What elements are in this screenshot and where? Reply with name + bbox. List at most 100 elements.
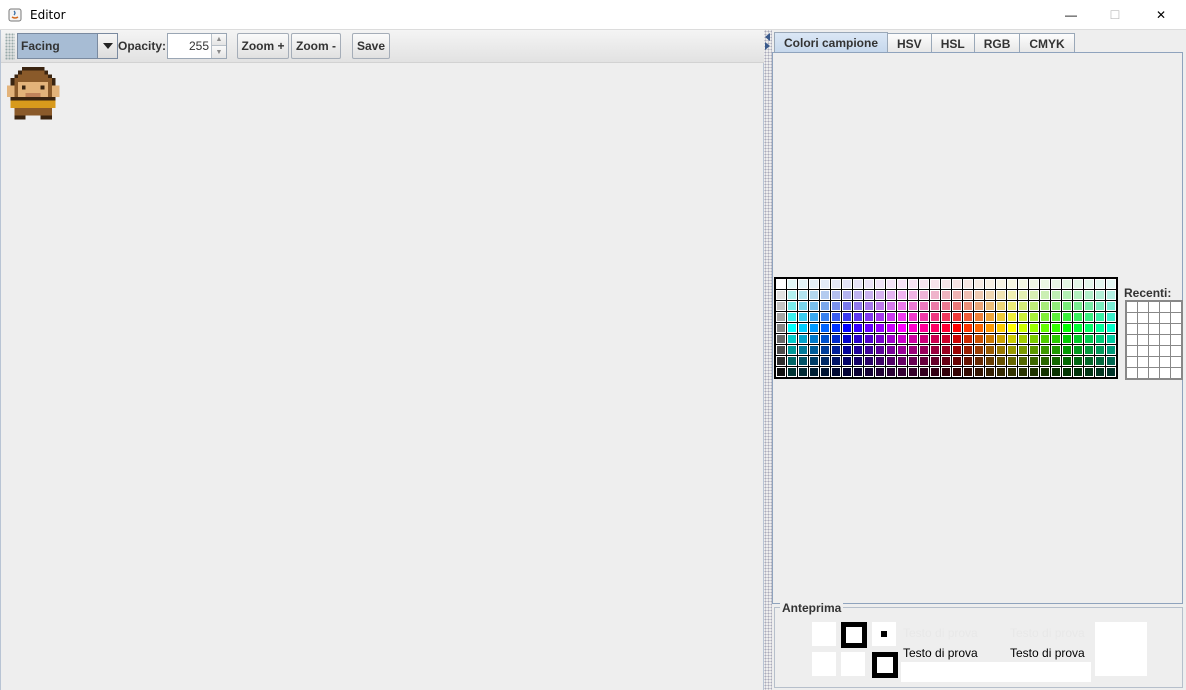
- color-swatch[interactable]: [908, 323, 918, 333]
- color-swatch[interactable]: [941, 279, 951, 289]
- color-swatch[interactable]: [941, 367, 951, 377]
- color-swatch[interactable]: [908, 356, 918, 366]
- color-swatch[interactable]: [820, 367, 830, 377]
- color-swatch[interactable]: [1007, 356, 1017, 366]
- color-swatch[interactable]: [842, 323, 852, 333]
- recent-color-swatch[interactable]: [1127, 346, 1137, 356]
- spinner-down-icon[interactable]: ▼: [211, 46, 226, 58]
- recent-color-swatch[interactable]: [1171, 313, 1181, 323]
- color-swatch[interactable]: [809, 312, 819, 322]
- color-swatch[interactable]: [952, 290, 962, 300]
- color-swatch[interactable]: [1007, 367, 1017, 377]
- recent-color-swatch[interactable]: [1127, 324, 1137, 334]
- color-swatch[interactable]: [787, 323, 797, 333]
- color-swatch[interactable]: [886, 290, 896, 300]
- color-swatch[interactable]: [952, 279, 962, 289]
- recent-color-swatch[interactable]: [1149, 335, 1159, 345]
- recent-color-swatch[interactable]: [1171, 357, 1181, 367]
- color-swatch[interactable]: [875, 356, 885, 366]
- color-swatch[interactable]: [908, 334, 918, 344]
- color-swatch[interactable]: [963, 367, 973, 377]
- color-swatch[interactable]: [897, 312, 907, 322]
- color-swatch[interactable]: [1084, 367, 1094, 377]
- color-swatch[interactable]: [930, 345, 940, 355]
- color-swatch[interactable]: [952, 334, 962, 344]
- color-swatch[interactable]: [974, 345, 984, 355]
- color-swatch[interactable]: [820, 301, 830, 311]
- color-swatch[interactable]: [864, 312, 874, 322]
- color-swatch[interactable]: [1018, 290, 1028, 300]
- color-swatch[interactable]: [853, 323, 863, 333]
- color-swatch[interactable]: [776, 279, 786, 289]
- color-swatch[interactable]: [853, 290, 863, 300]
- color-swatch[interactable]: [1062, 279, 1072, 289]
- color-swatch[interactable]: [996, 301, 1006, 311]
- color-swatch[interactable]: [809, 301, 819, 311]
- recent-color-swatch[interactable]: [1138, 368, 1148, 378]
- color-swatch[interactable]: [985, 290, 995, 300]
- color-swatch[interactable]: [798, 367, 808, 377]
- color-swatch[interactable]: [908, 312, 918, 322]
- color-swatch[interactable]: [963, 356, 973, 366]
- color-swatch[interactable]: [952, 312, 962, 322]
- color-swatch[interactable]: [809, 290, 819, 300]
- color-swatch[interactable]: [919, 334, 929, 344]
- color-swatch[interactable]: [1029, 345, 1039, 355]
- color-swatch[interactable]: [1095, 323, 1105, 333]
- tab-cmyk[interactable]: CMYK: [1019, 33, 1075, 53]
- color-swatch[interactable]: [787, 334, 797, 344]
- color-swatch[interactable]: [842, 301, 852, 311]
- color-swatch[interactable]: [1095, 367, 1105, 377]
- color-swatch[interactable]: [963, 301, 973, 311]
- color-swatch[interactable]: [974, 290, 984, 300]
- color-swatch[interactable]: [1106, 312, 1116, 322]
- color-swatch[interactable]: [1051, 345, 1061, 355]
- color-swatch[interactable]: [919, 345, 929, 355]
- color-swatch[interactable]: [1106, 290, 1116, 300]
- color-swatch[interactable]: [1051, 334, 1061, 344]
- recent-color-swatch[interactable]: [1149, 346, 1159, 356]
- color-swatch[interactable]: [1007, 334, 1017, 344]
- color-swatch[interactable]: [1095, 279, 1105, 289]
- color-swatch[interactable]: [820, 345, 830, 355]
- color-swatch[interactable]: [809, 345, 819, 355]
- color-swatch[interactable]: [974, 367, 984, 377]
- color-swatch[interactable]: [875, 367, 885, 377]
- tab-hsl[interactable]: HSL: [930, 33, 975, 53]
- color-swatch[interactable]: [776, 301, 786, 311]
- facing-combo[interactable]: Facing: [17, 33, 118, 59]
- color-swatch[interactable]: [776, 334, 786, 344]
- color-swatch[interactable]: [1062, 290, 1072, 300]
- color-swatch[interactable]: [941, 301, 951, 311]
- color-swatch[interactable]: [974, 312, 984, 322]
- recent-color-swatch[interactable]: [1160, 302, 1170, 312]
- color-swatch[interactable]: [1051, 312, 1061, 322]
- recent-color-swatch[interactable]: [1138, 302, 1148, 312]
- color-swatch[interactable]: [1040, 323, 1050, 333]
- color-swatch[interactable]: [952, 345, 962, 355]
- color-swatch[interactable]: [776, 345, 786, 355]
- color-swatch[interactable]: [820, 334, 830, 344]
- color-swatch[interactable]: [952, 301, 962, 311]
- color-swatch[interactable]: [1040, 312, 1050, 322]
- color-swatch[interactable]: [842, 345, 852, 355]
- color-swatch[interactable]: [996, 279, 1006, 289]
- color-swatch[interactable]: [1084, 312, 1094, 322]
- color-swatch[interactable]: [776, 323, 786, 333]
- color-swatch[interactable]: [1062, 345, 1072, 355]
- color-swatch[interactable]: [853, 279, 863, 289]
- color-swatch[interactable]: [875, 345, 885, 355]
- recent-color-swatch[interactable]: [1160, 357, 1170, 367]
- recent-color-swatch[interactable]: [1127, 302, 1137, 312]
- color-swatch[interactable]: [1029, 334, 1039, 344]
- collapse-left-icon[interactable]: [765, 33, 770, 41]
- color-swatch[interactable]: [886, 345, 896, 355]
- color-swatch[interactable]: [787, 356, 797, 366]
- color-swatch[interactable]: [875, 334, 885, 344]
- color-swatch[interactable]: [930, 312, 940, 322]
- color-swatch[interactable]: [1051, 356, 1061, 366]
- color-swatch[interactable]: [1073, 290, 1083, 300]
- color-swatch[interactable]: [1073, 301, 1083, 311]
- opacity-spinner[interactable]: 255 ▲ ▼: [167, 33, 227, 59]
- color-swatch[interactable]: [1095, 356, 1105, 366]
